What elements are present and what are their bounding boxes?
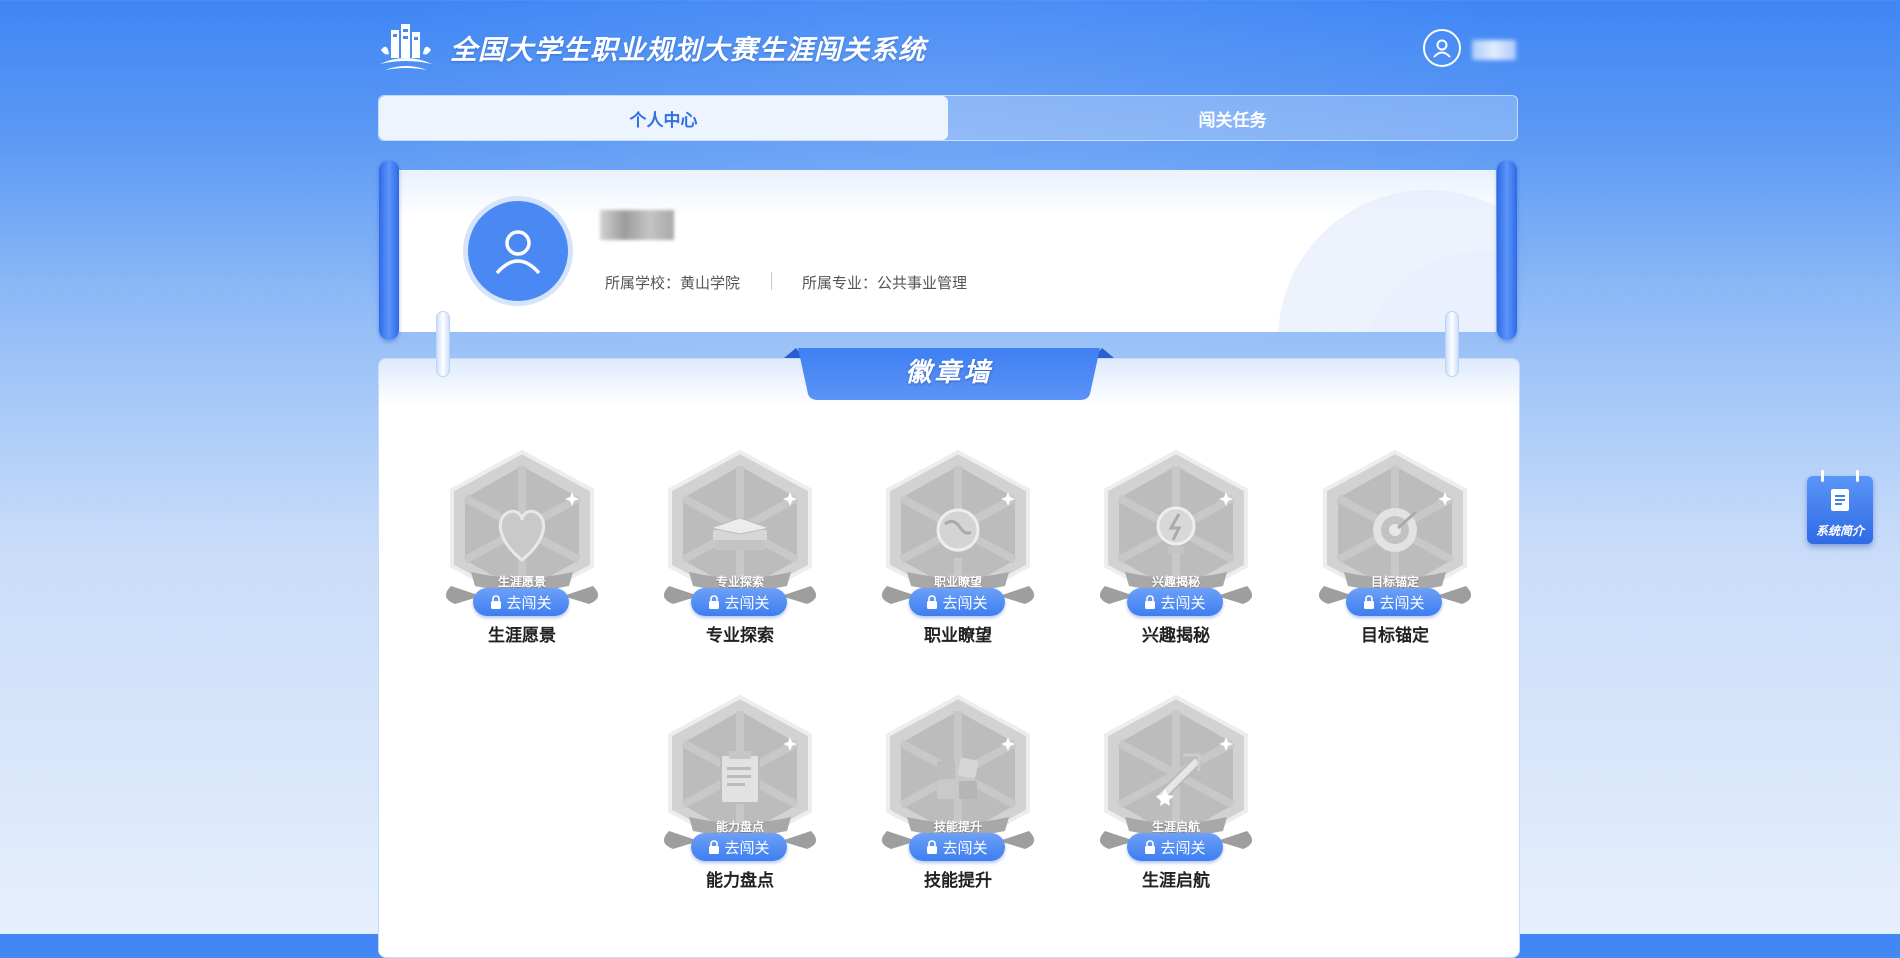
- go-challenge-button[interactable]: 去闯关: [1127, 588, 1223, 616]
- lock-icon: [709, 840, 720, 854]
- tab-personal-center[interactable]: 个人中心: [379, 96, 948, 140]
- hanger-right: [1445, 311, 1459, 377]
- info-divider: [771, 272, 772, 290]
- badge-label: 技能提升: [924, 871, 992, 891]
- badge-label: 生涯启航: [1142, 871, 1210, 891]
- badge-item: 技能提升 去闯关 技能提升: [873, 693, 1043, 893]
- hanger-left: [436, 311, 450, 377]
- go-challenge-label: 去闯关: [724, 593, 770, 612]
- lock-icon: [1145, 595, 1156, 609]
- tab-challenge-tasks[interactable]: 闯关任务: [948, 96, 1517, 140]
- badge-item: 能力盘点 去闯关 能力盘点: [655, 693, 825, 893]
- go-challenge-button[interactable]: 去闯关: [691, 833, 787, 861]
- profile-school: 所属学校：黄山学院: [605, 274, 741, 292]
- badge-label: 专业探索: [706, 626, 774, 646]
- badge-label: 职业瞭望: [924, 626, 992, 646]
- go-challenge-button[interactable]: 去闯关: [691, 588, 787, 616]
- app-title: 全国大学生职业规划大赛生涯闯关系统: [450, 35, 926, 66]
- lock-icon: [927, 595, 938, 609]
- go-challenge-label: 去闯关: [724, 838, 770, 857]
- scroll-rod-left: [379, 160, 399, 340]
- main-tabs: 个人中心 闯关任务: [378, 95, 1518, 141]
- go-challenge-label: 去闯关: [1160, 593, 1206, 612]
- badge-item: 目标锚定 去闯关 目标锚定: [1310, 448, 1480, 648]
- user-icon: [1433, 39, 1451, 58]
- badge-item: 职业瞭望 去闯关 职业瞭望: [873, 448, 1043, 648]
- go-challenge-button[interactable]: 去闯关: [473, 588, 569, 616]
- go-challenge-button[interactable]: 去闯关: [909, 833, 1005, 861]
- system-intro-button[interactable]: 系统简介: [1807, 470, 1873, 544]
- scroll-rod-right: [1497, 160, 1517, 340]
- user-avatar-button[interactable]: [1423, 29, 1461, 67]
- user-name-redacted: [1472, 40, 1516, 60]
- badge-item: 生涯启航 去闯关 生涯启航: [1091, 693, 1261, 893]
- go-challenge-label: 去闯关: [942, 593, 988, 612]
- system-intro-label: 系统简介: [1815, 524, 1864, 538]
- profile-avatar: [463, 196, 573, 306]
- badge-label: 能力盘点: [706, 871, 774, 891]
- go-challenge-label: 去闯关: [506, 593, 552, 612]
- city-logo-icon: [380, 24, 432, 70]
- target-icon: [1373, 508, 1417, 552]
- go-challenge-label: 去闯关: [1160, 838, 1206, 857]
- lock-icon: [709, 595, 720, 609]
- lock-icon: [1145, 840, 1156, 854]
- profile-name-redacted: [600, 210, 674, 240]
- badge-item: 生涯愿景 去闯关 生涯愿景: [437, 448, 607, 648]
- user-icon: [495, 230, 541, 275]
- profile-major: 所属专业：公共事业管理: [802, 274, 968, 292]
- document-icon: [1831, 489, 1849, 511]
- badge-item: 专业探索 去闯关 专业探索: [655, 448, 825, 648]
- clipboard-icon: [720, 751, 760, 804]
- go-challenge-button[interactable]: 去闯关: [1127, 833, 1223, 861]
- badge-item: 兴趣揭秘 去闯关 兴趣揭秘: [1091, 448, 1261, 648]
- badge-label: 兴趣揭秘: [1142, 626, 1210, 646]
- lock-icon: [927, 840, 938, 854]
- badge-wall-title: 徽章墙: [905, 358, 993, 388]
- badge-label: 生涯愿景: [488, 626, 556, 646]
- go-challenge-label: 去闯关: [1379, 593, 1425, 612]
- lock-icon: [1364, 595, 1375, 609]
- go-challenge-label: 去闯关: [942, 838, 988, 857]
- go-challenge-button[interactable]: 去闯关: [1346, 588, 1442, 616]
- badge-label: 目标锚定: [1361, 626, 1429, 646]
- go-challenge-button[interactable]: 去闯关: [909, 588, 1005, 616]
- lock-icon: [491, 595, 502, 609]
